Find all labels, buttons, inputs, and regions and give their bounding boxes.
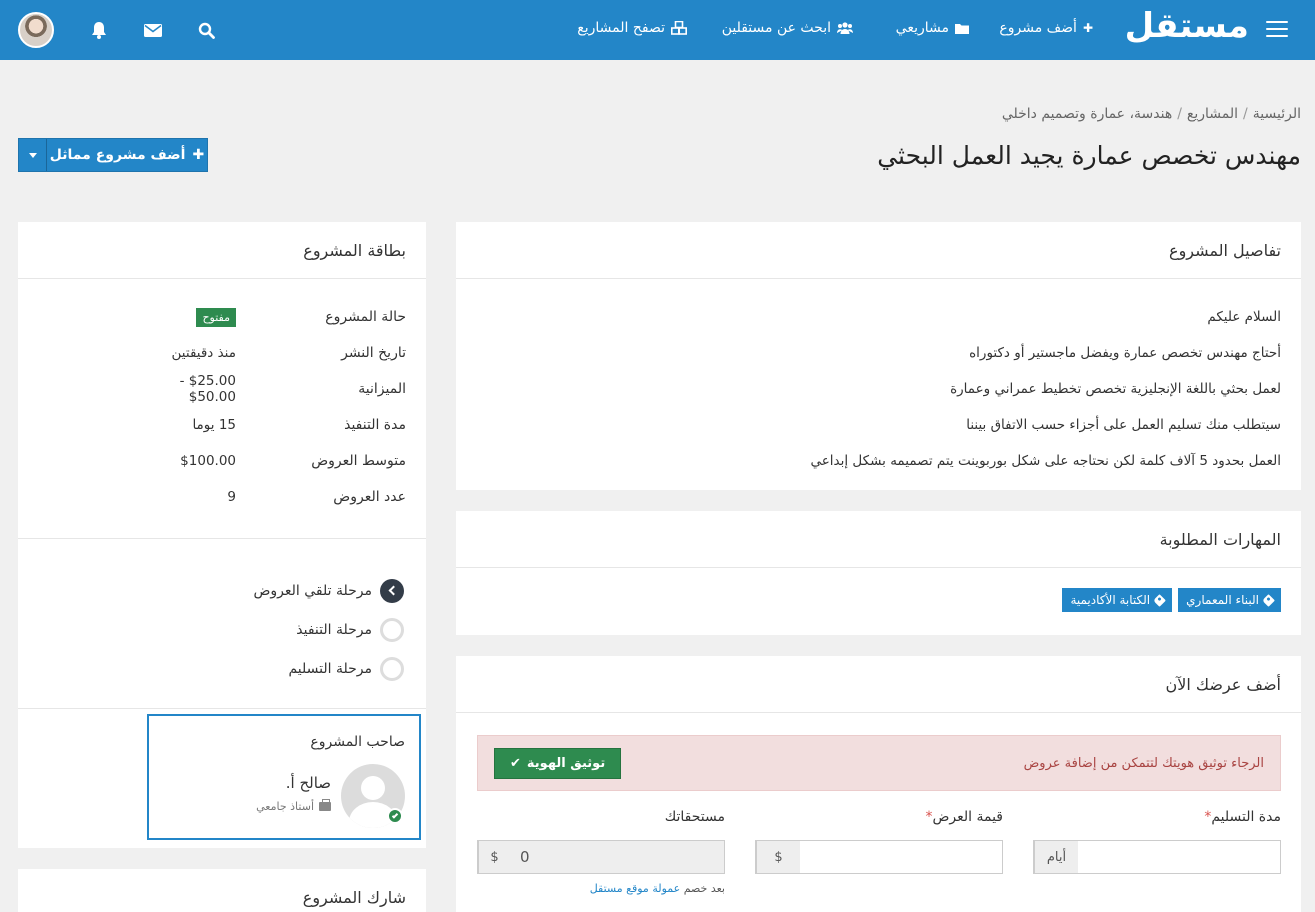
check-icon: ✔ bbox=[510, 755, 521, 771]
project-description: السلام عليكم أحتاج مهندس تخصص عمارة ويفض… bbox=[810, 309, 1281, 469]
project-card: بطاقة المشروع حالة المشروع مفتوح تاريخ ال… bbox=[18, 222, 426, 848]
verified-icon bbox=[387, 808, 403, 824]
owner-role: أستاذ جامعي bbox=[256, 799, 331, 813]
add-bid-panel: أضف عرضك الآن الرجاء توثيق هويتك لتتمكن … bbox=[456, 656, 1301, 912]
site-logo[interactable]: مستقل bbox=[1125, 6, 1250, 46]
skill-tag[interactable]: الكتابة الأكاديمية bbox=[1062, 588, 1173, 612]
budget-row: الميزانية $25.00 - $50.00 bbox=[179, 373, 406, 405]
project-owner-box: صاحب المشروع صالح أ. أستاذ جامعي bbox=[147, 714, 421, 840]
nav-my-projects[interactable]: مشاريعي bbox=[896, 20, 969, 36]
panel-title: أضف عرضك الآن bbox=[456, 656, 1301, 713]
panel-title: تفاصيل المشروع bbox=[456, 222, 1301, 279]
stage-execution: مرحلة التنفيذ bbox=[253, 610, 404, 649]
project-details-panel: تفاصيل المشروع السلام عليكم أحتاج مهندس … bbox=[456, 222, 1301, 490]
panel-title: المهارات المطلوبة bbox=[456, 511, 1301, 568]
duration-label: مدة التسليم* bbox=[1204, 809, 1281, 825]
nav-browse-projects[interactable]: تصفح المشاريع bbox=[577, 20, 687, 36]
user-avatar[interactable] bbox=[18, 12, 54, 48]
panel-title: بطاقة المشروع bbox=[18, 222, 426, 279]
earnings-label: مستحقاتك bbox=[664, 809, 725, 825]
breadcrumb-category[interactable]: هندسة، عمارة وتصميم داخلي bbox=[1002, 106, 1172, 122]
required-skills-panel: المهارات المطلوبة البناء المعماري الكتاب… bbox=[456, 511, 1301, 635]
verify-identity-button[interactable]: توثيق الهوية ✔ bbox=[494, 747, 622, 779]
top-navbar: مستقل ✚ أضف مشروع مشاريعي ابحث عن مستقلي… bbox=[0, 0, 1315, 60]
duration-row: مدة التنفيذ 15 يوما bbox=[192, 417, 406, 433]
breadcrumb: الرئيسية/المشاريع/هندسة، عمارة وتصميم دا… bbox=[1001, 106, 1301, 122]
chevron-down-icon[interactable] bbox=[19, 139, 47, 171]
currency-addon: $ bbox=[478, 841, 510, 873]
project-stages: مرحلة تلقي العروض مرحلة التنفيذ مرحلة ال… bbox=[253, 571, 404, 688]
days-addon: أيام bbox=[1034, 841, 1078, 873]
skill-tag[interactable]: البناء المعماري bbox=[1178, 588, 1281, 612]
owner-name[interactable]: صالح أ. bbox=[286, 774, 331, 792]
tag-icon bbox=[1153, 593, 1167, 607]
menu-icon[interactable] bbox=[1266, 21, 1288, 38]
users-icon bbox=[837, 22, 853, 34]
amount-label: قيمة العرض* bbox=[925, 809, 1003, 825]
verify-identity-alert: الرجاء توثيق هويتك لتتمكن من إضافة عروض … bbox=[477, 735, 1281, 791]
nav-add-project[interactable]: ✚ أضف مشروع bbox=[999, 20, 1093, 36]
bids-count-row: عدد العروض 9 bbox=[227, 489, 406, 505]
stage-delivery: مرحلة التسليم bbox=[253, 649, 404, 688]
briefcase-icon bbox=[319, 799, 331, 811]
earnings-input-group: $ bbox=[477, 840, 725, 874]
bid-amount-input[interactable] bbox=[800, 841, 1002, 873]
currency-addon: $ bbox=[756, 841, 800, 873]
status-row: حالة المشروع مفتوح bbox=[18, 299, 426, 335]
breadcrumb-home[interactable]: الرئيسية bbox=[1253, 106, 1301, 122]
circle-icon bbox=[380, 617, 404, 642]
owner-title: صاحب المشروع bbox=[310, 734, 405, 750]
status-badge: مفتوح bbox=[196, 308, 236, 327]
avg-bids-row: متوسط العروض $100.00 bbox=[180, 453, 406, 469]
circle-icon bbox=[380, 656, 404, 681]
share-project-panel: شارك المشروع bbox=[18, 869, 426, 912]
folder-icon bbox=[955, 23, 969, 34]
envelope-icon[interactable] bbox=[142, 18, 164, 42]
chevron-left-icon bbox=[380, 578, 404, 603]
breadcrumb-projects[interactable]: المشاريع bbox=[1187, 106, 1238, 122]
plus-icon: ✚ bbox=[1082, 21, 1093, 35]
search-icon[interactable] bbox=[195, 18, 217, 42]
bell-icon[interactable] bbox=[88, 18, 110, 42]
panel-title: شارك المشروع bbox=[18, 869, 426, 912]
add-similar-project-button[interactable]: ✚ أضف مشروع مماثل bbox=[18, 138, 208, 172]
duration-input[interactable] bbox=[1078, 841, 1280, 873]
tag-icon bbox=[1262, 593, 1275, 607]
duration-input-group: أيام bbox=[1033, 840, 1281, 874]
page-title: مهندس تخصص عمارة يجيد العمل البحثي bbox=[877, 141, 1301, 170]
cubes-icon bbox=[671, 21, 687, 35]
amount-input-group: $ bbox=[755, 840, 1003, 874]
commission-link[interactable]: عمولة موقع مستقل bbox=[590, 882, 680, 895]
commission-note: بعد خصم عمولة موقع مستقل bbox=[589, 882, 725, 895]
nav-find-freelancers[interactable]: ابحث عن مستقلين bbox=[722, 20, 853, 36]
earnings-input bbox=[510, 841, 724, 873]
plus-icon: ✚ bbox=[192, 147, 205, 163]
stage-receiving-bids: مرحلة تلقي العروض bbox=[253, 571, 404, 610]
publish-date-row: تاريخ النشر منذ دقيقتين bbox=[171, 345, 406, 361]
